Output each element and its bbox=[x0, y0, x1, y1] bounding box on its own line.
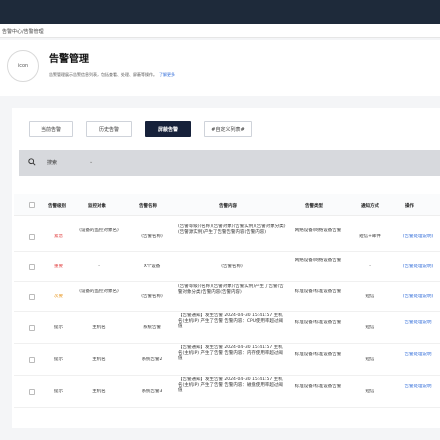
row-name: (告警名称) bbox=[141, 234, 163, 239]
row-content: (告警名称) bbox=[221, 264, 243, 269]
tab-custom-list[interactable]: #自定义列表# bbox=[204, 121, 252, 137]
chevron-down-icon[interactable]: ⌄ bbox=[89, 159, 93, 165]
row-object: 主机名 bbox=[92, 357, 106, 362]
search-icon[interactable] bbox=[28, 158, 36, 166]
row-object: 主机名 bbox=[92, 325, 106, 330]
row-level: 紧急 bbox=[54, 234, 63, 239]
row-type: 标准设备/标准设备告警 bbox=[294, 320, 342, 325]
tab-masked-alarms[interactable]: 屏蔽告警 bbox=[145, 121, 191, 137]
row-notify: 短信 bbox=[365, 389, 375, 394]
row-checkbox[interactable] bbox=[29, 389, 35, 395]
row-content: 【告警通知】发生告警 2024-04-30 15:41:57 主机名(主机IP)… bbox=[178, 313, 284, 329]
row-name: X个设备 bbox=[143, 264, 161, 269]
column-header-notify[interactable]: 通知方式 bbox=[361, 203, 379, 209]
row-action-link[interactable]: (告警处理说明) bbox=[396, 234, 440, 240]
row-object: (设备的监控对象名) bbox=[79, 289, 119, 294]
top-navigation-bar bbox=[0, 0, 440, 24]
row-action-link[interactable]: 告警处理说明 bbox=[396, 352, 440, 358]
row-type: 网络设备/网络设备告警 bbox=[294, 258, 342, 263]
row-notify: 短信 bbox=[365, 325, 375, 330]
row-name: 系统告警 bbox=[143, 325, 161, 330]
avatar: icon bbox=[7, 50, 39, 82]
row-type: 标准设备/标准设备告警 bbox=[294, 289, 342, 294]
row-level: 重要 bbox=[54, 264, 63, 269]
avatar-icon-text: icon bbox=[17, 63, 29, 69]
page-bottom bbox=[0, 432, 440, 440]
row-notify: - bbox=[369, 264, 371, 269]
row-content: (告警等级)(名称)(告警对象)(告警实例)(告警对象分类)(告警源实例)产生了… bbox=[178, 224, 286, 235]
select-all-checkbox[interactable] bbox=[29, 202, 35, 208]
row-content: 【告警通知】发生告警 2024-04-30 15:41:57 主机名(主机IP)… bbox=[178, 377, 283, 393]
row-checkbox[interactable] bbox=[29, 294, 35, 300]
column-header-action[interactable]: 操作 bbox=[405, 203, 414, 209]
search-field-label[interactable]: 搜索 bbox=[47, 159, 57, 166]
column-header-level[interactable]: 告警级别 bbox=[48, 203, 66, 209]
row-name: (告警名称) bbox=[141, 294, 163, 299]
row-name: 系统告警3 bbox=[141, 389, 163, 394]
row-level: 提示 bbox=[54, 389, 63, 394]
row-action-link[interactable]: (告警处理说明) bbox=[396, 264, 440, 270]
row-notify: 短信 bbox=[365, 294, 375, 299]
row-action-link[interactable]: 告警处理说明 bbox=[396, 384, 440, 390]
learn-more-link[interactable]: 了解更多 bbox=[159, 72, 175, 77]
row-object: 主机名 bbox=[92, 389, 106, 394]
row-notify: 短信+邮件 bbox=[359, 234, 381, 239]
search-bar[interactable] bbox=[19, 150, 440, 176]
column-header-name[interactable]: 告警名称 bbox=[139, 203, 157, 209]
column-header-type[interactable]: 告警类型 bbox=[305, 203, 323, 209]
row-content: 【告警通知】发生告警 2024-04-30 15:41:57 主机名(主机IP)… bbox=[178, 345, 283, 361]
column-header-object[interactable]: 监控对象 bbox=[88, 203, 106, 209]
row-checkbox[interactable] bbox=[29, 234, 35, 240]
page-header bbox=[0, 40, 440, 96]
breadcrumb[interactable]: 告警中心/告警管理 bbox=[2, 28, 44, 35]
row-checkbox[interactable] bbox=[29, 264, 35, 270]
row-type: 标准设备/标准设备告警 bbox=[294, 352, 342, 357]
tab-history-alarms[interactable]: 历史告警 bbox=[86, 121, 132, 137]
row-level: 次要 bbox=[54, 294, 63, 299]
page-description: 告警管理展示告警信息列表，包括查看、处理、屏蔽等操作。 了解更多 bbox=[49, 72, 175, 78]
column-header-content[interactable]: 告警内容 bbox=[219, 203, 237, 209]
row-level: 提示 bbox=[54, 325, 63, 330]
page-title: 告警管理 bbox=[49, 54, 89, 65]
tab-current-alarms[interactable]: 当前告警 bbox=[29, 121, 73, 137]
row-notify: 短信 bbox=[365, 357, 375, 362]
row-checkbox[interactable] bbox=[29, 357, 35, 363]
row-object: (设备的监控对象名) bbox=[79, 228, 119, 233]
row-type: 网络设备/网络设备告警 bbox=[294, 228, 342, 233]
breadcrumb-bar: 告警中心/告警管理 bbox=[0, 24, 440, 38]
row-name: 系统告警2 bbox=[141, 357, 163, 362]
row-object: - bbox=[98, 264, 100, 269]
row-checkbox[interactable] bbox=[29, 325, 35, 331]
row-type: 标准设备/标准设备告警 bbox=[294, 384, 342, 389]
row-level: 提示 bbox=[54, 357, 63, 362]
page-description-text: 告警管理展示告警信息列表，包括查看、处理、屏蔽等操作。 bbox=[49, 72, 157, 77]
row-action-link[interactable]: (告警处理说明) bbox=[396, 294, 440, 300]
row-action-link[interactable]: 告警处理说明 bbox=[396, 320, 440, 326]
row-content: (告警等级)(名称)(告警对象)(告警实例)产生了告警(告警对象分类)告警内容(… bbox=[178, 284, 284, 295]
